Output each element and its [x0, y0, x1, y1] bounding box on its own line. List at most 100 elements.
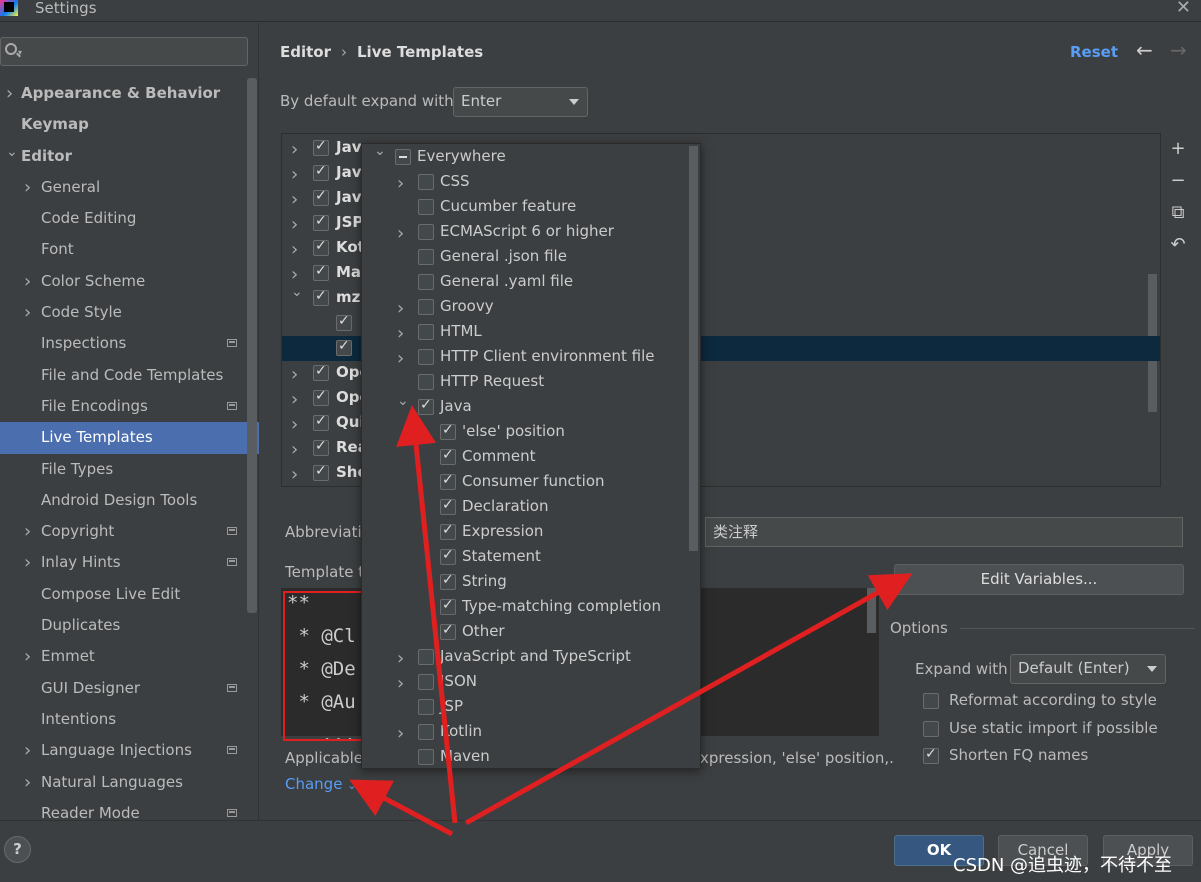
- sidebar-item-keymap[interactable]: Keymap: [0, 109, 259, 140]
- sidebar-item-general[interactable]: › General: [0, 172, 259, 203]
- template-checkbox[interactable]: [313, 238, 329, 256]
- template-checkbox[interactable]: [313, 463, 329, 481]
- context-item-ecmascript-6-or-higher[interactable]: › ECMAScript 6 or higher: [362, 220, 692, 245]
- context-checkbox[interactable]: [418, 649, 434, 665]
- chevron-right-icon[interactable]: ›: [291, 414, 298, 435]
- chevron-right-icon[interactable]: ›: [397, 723, 404, 744]
- sidebar-item-gui-designer[interactable]: GUI Designer: [0, 673, 259, 704]
- context-item-everywhere[interactable]: ⌄ Everywhere: [362, 144, 692, 170]
- description-field[interactable]: 类注释: [705, 517, 1183, 547]
- context-item-else-position[interactable]: 'else' position: [362, 420, 692, 445]
- template-checkbox[interactable]: [313, 163, 329, 181]
- sidebar-item-inspections[interactable]: Inspections: [0, 328, 259, 359]
- sidebar-item-live-templates[interactable]: Live Templates: [0, 422, 259, 454]
- chevron-right-icon[interactable]: ›: [397, 298, 404, 319]
- context-checkbox[interactable]: [395, 149, 411, 165]
- context-item-css[interactable]: › CSS: [362, 170, 692, 195]
- template-checkbox[interactable]: [313, 188, 329, 206]
- context-checkbox[interactable]: [440, 597, 456, 615]
- breadcrumb-section[interactable]: Editor: [280, 43, 331, 61]
- context-item-comment[interactable]: Comment: [362, 445, 692, 470]
- template-checkbox[interactable]: [313, 438, 329, 456]
- chevron-right-icon[interactable]: ›: [291, 139, 298, 160]
- option-checkbox[interactable]: [923, 720, 939, 737]
- template-checkbox[interactable]: [313, 138, 329, 156]
- context-checkbox[interactable]: [418, 397, 434, 415]
- context-checkbox[interactable]: [440, 497, 456, 515]
- chevron-right-icon[interactable]: ›: [397, 323, 404, 344]
- close-icon[interactable]: ✕: [1176, 0, 1191, 18]
- sidebar-item-font[interactable]: Font: [0, 234, 259, 265]
- context-item-string[interactable]: String: [362, 570, 692, 595]
- editor-scrollbar[interactable]: [867, 588, 876, 633]
- edit-variables-button[interactable]: Edit Variables...: [894, 564, 1184, 595]
- context-checkbox[interactable]: [418, 224, 434, 240]
- chevron-right-icon[interactable]: ›: [397, 673, 404, 694]
- option-checkbox[interactable]: [923, 693, 939, 709]
- sidebar-item-code-style[interactable]: › Code Style: [0, 297, 259, 328]
- sidebar-item-file-types[interactable]: File Types: [0, 454, 259, 485]
- expand-with-select[interactable]: Default (Enter): [1010, 654, 1166, 684]
- context-checkbox[interactable]: [440, 547, 456, 565]
- context-checkbox[interactable]: [440, 422, 456, 440]
- context-item-statement[interactable]: Statement: [362, 545, 692, 570]
- help-button[interactable]: ?: [4, 836, 31, 863]
- context-item-type-matching-completion[interactable]: Type-matching completion: [362, 595, 692, 620]
- chevron-right-icon[interactable]: ›: [291, 164, 298, 185]
- context-checkbox[interactable]: [440, 472, 456, 490]
- context-checkbox[interactable]: [418, 199, 434, 215]
- context-item-cucumber-feature[interactable]: Cucumber feature: [362, 195, 692, 220]
- chevron-down-icon[interactable]: ⌄: [291, 284, 303, 300]
- context-item-http-request[interactable]: HTTP Request: [362, 370, 692, 395]
- chevron-right-icon[interactable]: ›: [291, 439, 298, 460]
- template-checkbox[interactable]: [313, 288, 329, 306]
- context-checkbox[interactable]: [418, 324, 434, 340]
- chevron-down-icon[interactable]: ⌄: [6, 137, 18, 168]
- template-checkbox[interactable]: [336, 313, 352, 331]
- context-checkbox[interactable]: [418, 299, 434, 315]
- context-item-maven[interactable]: Maven: [362, 745, 692, 768]
- context-checkbox[interactable]: [418, 674, 434, 690]
- context-item-declaration[interactable]: Declaration: [362, 495, 692, 520]
- expand-key-select[interactable]: Enter: [453, 87, 588, 117]
- chevron-right-icon[interactable]: ›: [291, 214, 298, 235]
- sidebar-item-compose-live-edit[interactable]: Compose Live Edit: [0, 579, 259, 610]
- restore-icon[interactable]: ↶: [1165, 234, 1191, 266]
- sidebar-item-file-and-code-templates[interactable]: File and Code Templates: [0, 360, 259, 391]
- sidebar-item-emmet[interactable]: › Emmet: [0, 641, 259, 672]
- add-icon[interactable]: +: [1165, 138, 1191, 170]
- chevron-right-icon[interactable]: ›: [397, 173, 404, 194]
- sidebar-scrollbar[interactable]: [247, 78, 257, 613]
- chevron-right-icon[interactable]: ›: [397, 648, 404, 669]
- sidebar-item-intentions[interactable]: Intentions: [0, 704, 259, 735]
- option-checkbox[interactable]: [923, 746, 939, 764]
- sidebar-item-color-scheme[interactable]: › Color Scheme: [0, 266, 259, 297]
- context-checkbox[interactable]: [440, 447, 456, 465]
- sidebar-item-duplicates[interactable]: Duplicates: [0, 610, 259, 641]
- chevron-right-icon[interactable]: ›: [291, 389, 298, 410]
- chevron-right-icon[interactable]: ›: [24, 735, 31, 766]
- chevron-right-icon[interactable]: ›: [291, 189, 298, 210]
- chevron-right-icon[interactable]: ›: [397, 348, 404, 369]
- chevron-right-icon[interactable]: ›: [291, 264, 298, 285]
- chevron-right-icon[interactable]: ›: [6, 78, 13, 109]
- template-checkbox[interactable]: [313, 263, 329, 281]
- chevron-down-icon[interactable]: ⌄: [374, 144, 386, 159]
- back-arrow-icon[interactable]: ←: [1136, 38, 1153, 62]
- context-item-html[interactable]: › HTML: [362, 320, 692, 345]
- context-item-groovy[interactable]: › Groovy: [362, 295, 692, 320]
- chevron-right-icon[interactable]: ›: [291, 464, 298, 485]
- context-checkbox[interactable]: [418, 699, 434, 715]
- sidebar-item-code-editing[interactable]: Code Editing: [0, 203, 259, 234]
- sidebar-item-inlay-hints[interactable]: › Inlay Hints: [0, 547, 259, 578]
- sidebar-item-language-injections[interactable]: › Language Injections: [0, 735, 259, 766]
- context-checkbox[interactable]: [440, 572, 456, 590]
- chevron-right-icon[interactable]: ›: [24, 547, 31, 578]
- sidebar-item-copyright[interactable]: › Copyright: [0, 516, 259, 547]
- template-checkbox[interactable]: [336, 338, 352, 356]
- context-item-jsp[interactable]: JSP: [362, 695, 692, 720]
- context-item-java[interactable]: ⌄ Java: [362, 393, 692, 420]
- context-item-javascript-and-typescript[interactable]: › JavaScript and TypeScript: [362, 645, 692, 670]
- chevron-right-icon[interactable]: ›: [24, 767, 31, 798]
- forward-arrow-icon[interactable]: →: [1170, 38, 1187, 62]
